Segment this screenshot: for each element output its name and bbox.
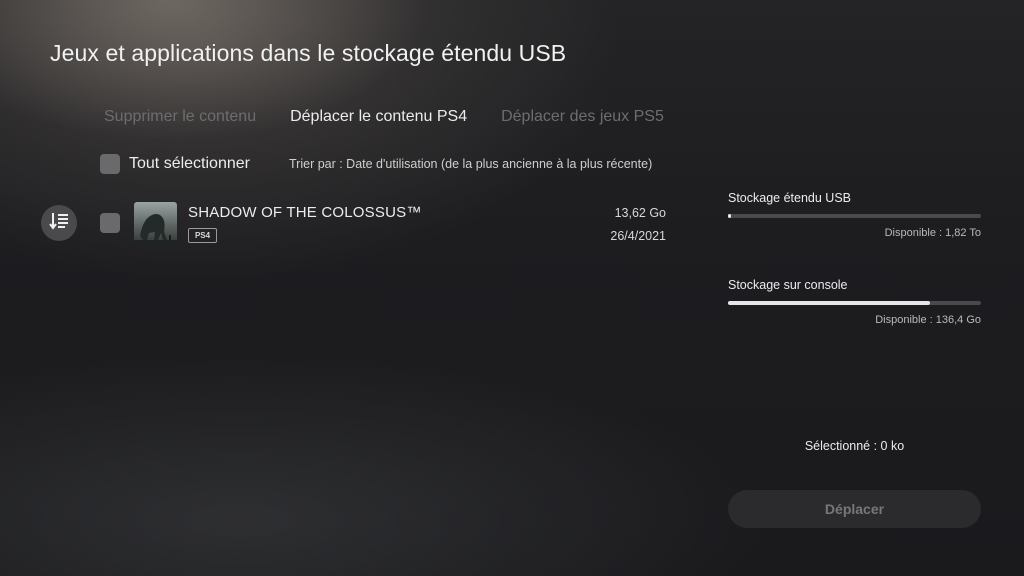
usb-storage-bar <box>728 214 981 218</box>
tab-bar: Supprimer le contenu Déplacer le contenu… <box>104 108 698 126</box>
tab-move-ps4-content[interactable]: Déplacer le contenu PS4 <box>290 108 467 126</box>
game-title: SHADOW OF THE COLOSSUS™ <box>188 204 422 221</box>
game-size: 13,62 Go <box>614 206 666 220</box>
game-row[interactable]: SHADOW OF THE COLOSSUS™ PS4 13,62 Go 26/… <box>100 200 666 246</box>
console-storage-available: Disponible : 136,4 Go <box>875 314 981 326</box>
select-all-label: Tout sélectionner <box>129 155 250 172</box>
usb-storage-label: Stockage étendu USB <box>728 191 851 205</box>
select-all-checkbox[interactable] <box>100 154 120 174</box>
usb-storage-bar-fill <box>728 214 731 218</box>
console-storage-bar-fill <box>728 301 931 305</box>
sort-label: Trier par : Date d'utilisation (de la pl… <box>289 157 653 171</box>
sort-icon <box>49 212 69 235</box>
platform-badge: PS4 <box>188 228 217 243</box>
game-checkbox[interactable] <box>100 213 120 233</box>
move-button[interactable]: Déplacer <box>728 490 981 528</box>
game-date: 26/4/2021 <box>610 229 666 243</box>
tab-move-ps5-games[interactable]: Déplacer des jeux PS5 <box>501 108 664 126</box>
sort-button[interactable] <box>41 205 77 241</box>
tab-delete-content[interactable]: Supprimer le contenu <box>104 108 256 126</box>
usb-storage-panel: Stockage étendu USB Disponible : 1,82 To <box>728 191 981 239</box>
usb-storage-available: Disponible : 1,82 To <box>884 227 981 239</box>
console-storage-bar <box>728 301 981 305</box>
console-storage-panel: Stockage sur console Disponible : 136,4 … <box>728 278 981 326</box>
select-all-row[interactable]: Tout sélectionner <box>100 154 250 174</box>
game-thumbnail <box>134 202 177 245</box>
page-title: Jeux et applications dans le stockage ét… <box>50 40 567 66</box>
selected-size-label: Sélectionné : 0 ko <box>804 439 905 453</box>
screen: Jeux et applications dans le stockage ét… <box>0 0 1024 576</box>
console-storage-label: Stockage sur console <box>728 278 848 292</box>
